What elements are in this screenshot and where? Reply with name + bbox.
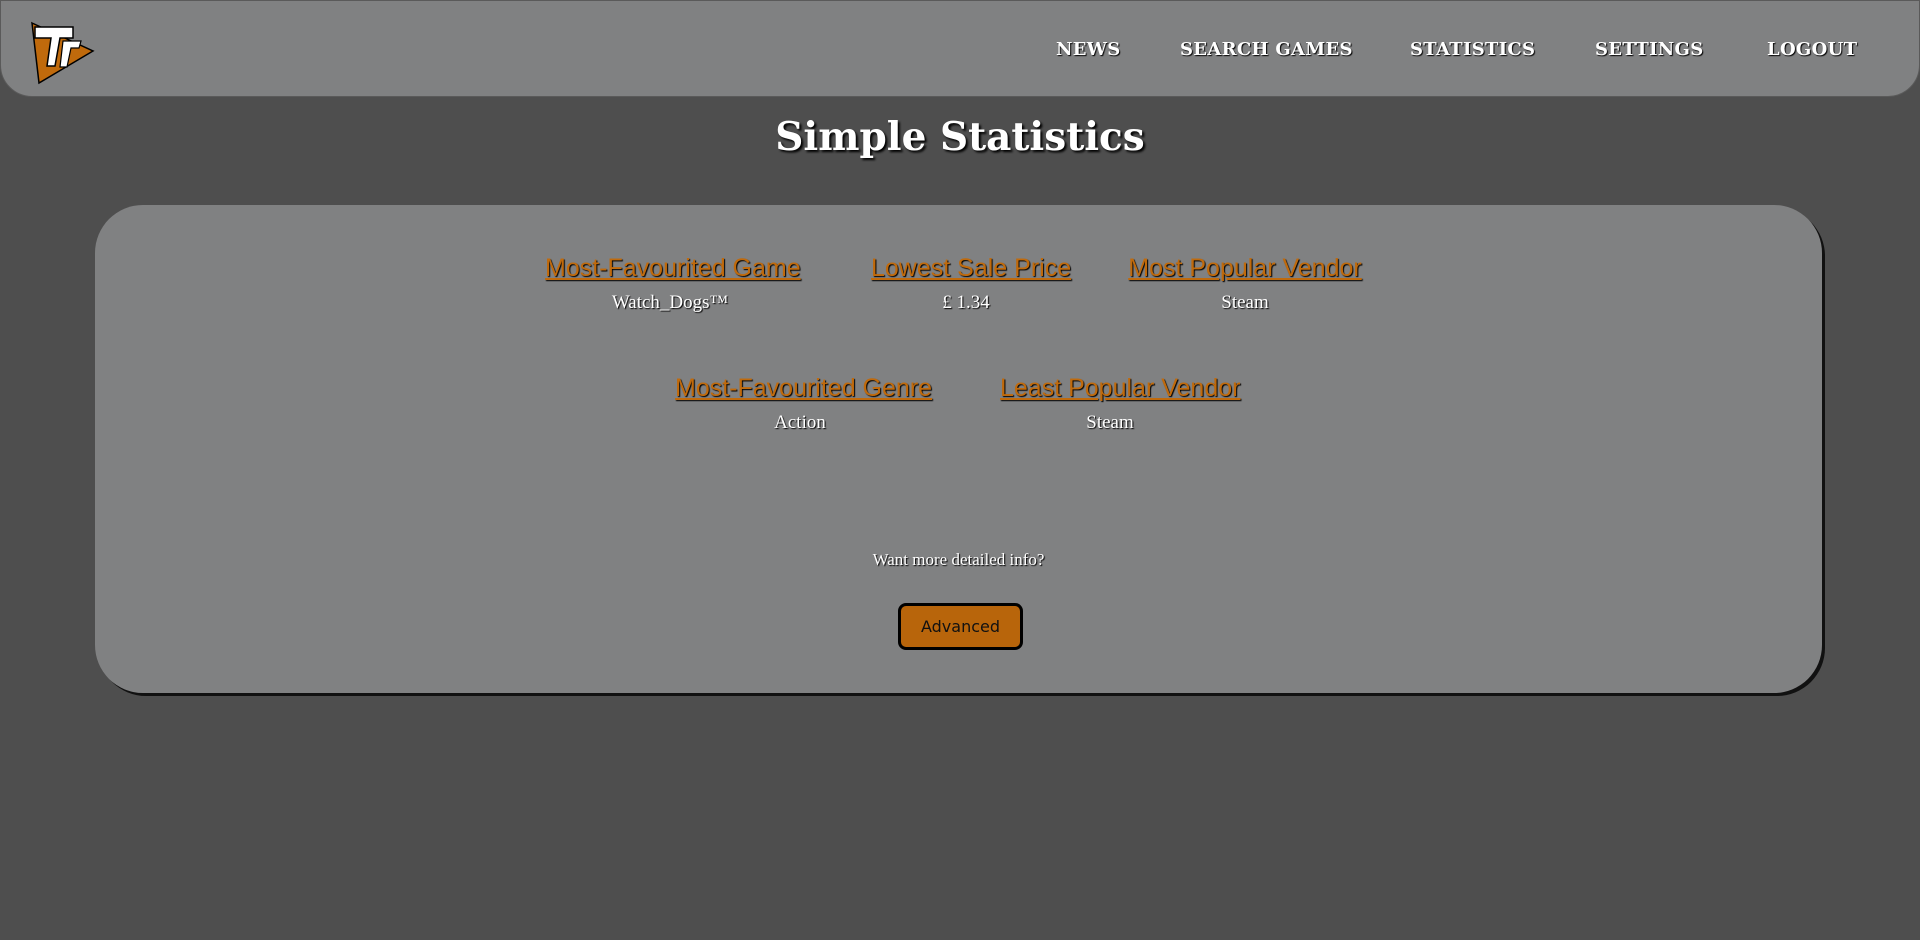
stat-value: Steam <box>1221 292 1269 313</box>
stat-most-popular-vendor: Most Popular Vendor Steam <box>1125 254 1365 314</box>
top-nav-bar: NEWS SEARCH GAMES STATISTICS SETTINGS LO… <box>0 0 1920 97</box>
stat-heading-link[interactable]: Most Popular Vendor <box>1125 254 1365 283</box>
nav-settings-link[interactable]: SETTINGS <box>1595 39 1704 60</box>
stat-value: Watch_Dogs™ <box>611 292 729 313</box>
nav-search-games-link[interactable]: SEARCH GAMES <box>1180 39 1353 60</box>
stat-least-popular-vendor: Least Popular Vendor Steam <box>1000 374 1240 434</box>
more-info-prompt: Want more detailed info? <box>872 550 1045 569</box>
stat-heading-link[interactable]: Most-Favourited Genre <box>675 374 932 403</box>
stat-lowest-sale-price: Lowest Sale Price £ 1.34 <box>871 254 1071 314</box>
stat-most-favourited-game: Most-Favourited Game Watch_Dogs™ <box>545 254 801 314</box>
advanced-button[interactable]: Advanced <box>898 603 1023 650</box>
stat-value: Steam <box>1086 412 1134 433</box>
stat-most-favourited-genre: Most-Favourited Genre Action <box>675 374 932 434</box>
nav-news-link[interactable]: NEWS <box>1056 39 1121 60</box>
tf-logo-icon[interactable] <box>29 21 99 87</box>
stat-heading-link[interactable]: Lowest Sale Price <box>871 254 1071 283</box>
stat-value: £ 1.34 <box>942 292 990 313</box>
nav-logout-link[interactable]: LOGOUT <box>1767 39 1857 60</box>
stat-heading-link[interactable]: Least Popular Vendor <box>1000 374 1240 403</box>
stat-heading-link[interactable]: Most-Favourited Game <box>545 254 801 283</box>
statistics-panel: Most-Favourited Game Watch_Dogs™ Lowest … <box>95 205 1822 693</box>
nav-statistics-link[interactable]: STATISTICS <box>1410 39 1535 60</box>
stat-value: Action <box>774 412 826 433</box>
page-title: Simple Statistics <box>775 114 1145 160</box>
